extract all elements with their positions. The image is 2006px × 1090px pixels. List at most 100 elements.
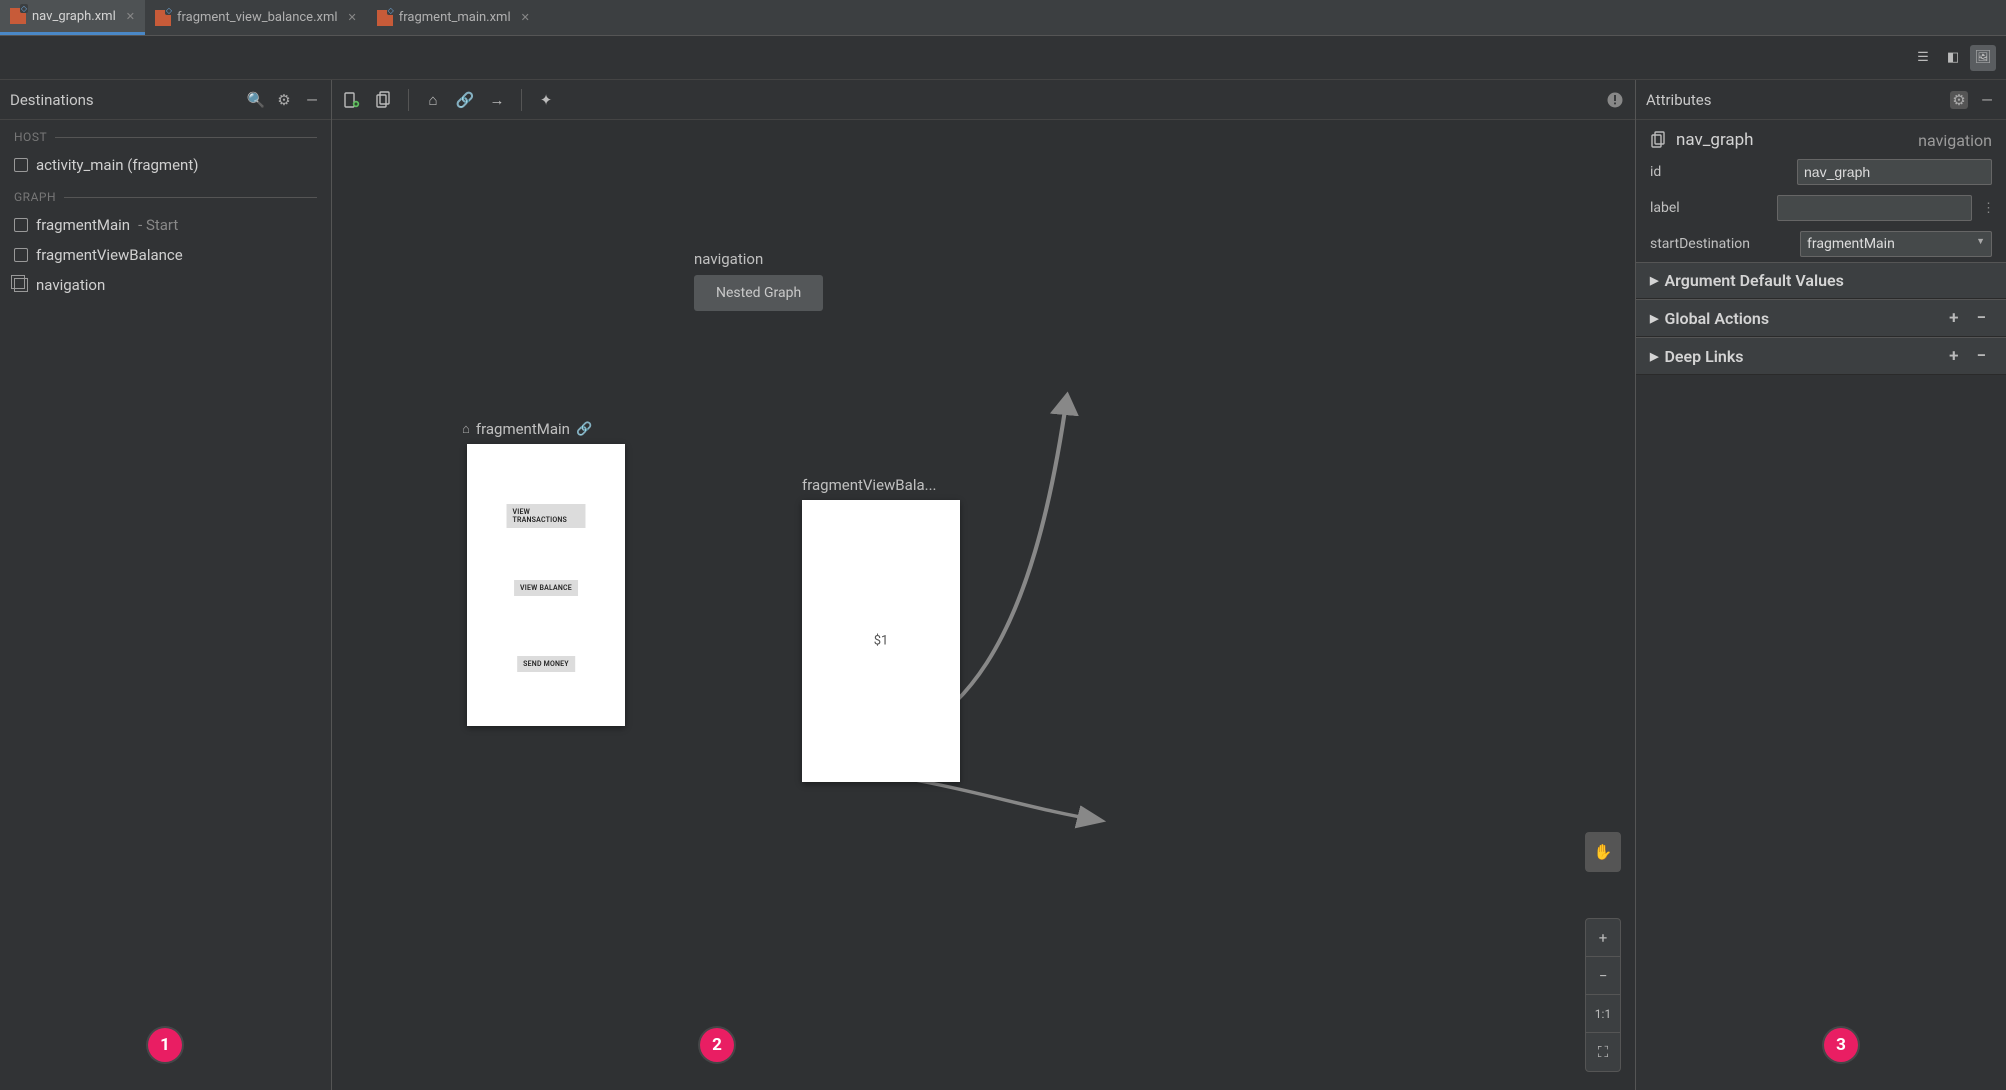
attributes-panel: Attributes ⚙ — nav_graph navigation id l… [1636,80,2006,1090]
zoom-fit-icon[interactable]: ⛶ [1586,1033,1620,1071]
attributes-tools: ⚙ — [1950,91,1996,109]
fragment-rect-icon [14,218,28,232]
preview-btn-balance: VIEW BALANCE [514,580,578,596]
destinations-header: Destinations 🔍 ⚙ — [0,80,331,120]
nested-graph-node[interactable]: Nested Graph [694,275,823,311]
nested-graph-icon[interactable] [372,88,396,112]
attributes-title: Attributes [1646,91,1712,109]
gear-icon[interactable]: ⚙ [275,91,293,109]
attr-target-row: nav_graph navigation [1636,120,2006,154]
attr-input-label[interactable] [1777,195,1972,221]
close-icon[interactable]: ✕ [521,11,530,24]
attr-row-label: label ⋮ [1636,190,2006,226]
attr-label-id: id [1650,164,1787,180]
attr-target-name: nav_graph [1676,130,1754,150]
zoom-out-icon[interactable]: − [1586,957,1620,995]
destinations-panel: Destinations 🔍 ⚙ — HOST activity_main (f… [0,80,332,1090]
nested-graph-icon [14,278,28,292]
toolbar-separator [521,89,522,111]
editor-tabs-bar: nav_graph.xml ✕ fragment_view_balance.xm… [0,0,2006,36]
fragmentmain-preview[interactable]: VIEW TRANSACTIONS VIEW BALANCE SEND MONE… [467,444,625,726]
link-icon: 🔗 [576,422,592,437]
minimize-icon[interactable]: — [303,91,321,109]
pan-hand-icon[interactable]: ✋ [1586,833,1620,871]
graph-item-fragmentmain[interactable]: fragmentMain - Start [0,210,331,240]
remove-icon[interactable]: − [1971,308,1993,328]
toolbar-separator [408,89,409,111]
section-global[interactable]: ▶ Global Actions + − [1636,299,2006,337]
graph-item-navigation[interactable]: navigation [0,270,331,300]
zoom-in-icon[interactable]: + [1586,919,1620,957]
fragmentviewbalance-title: fragmentViewBala... [802,476,937,494]
new-destination-icon[interactable] [340,88,364,112]
tab-label: nav_graph.xml [32,9,116,24]
attr-label-label: label [1650,200,1767,216]
pan-control: ✋ [1585,832,1621,872]
attr-input-id[interactable] [1797,159,1992,185]
section-label: Argument Default Values [1664,271,1843,290]
graph-item-suffix: - Start [138,216,178,234]
xml-file-icon [377,10,393,26]
tab-frag-main[interactable]: fragment_main.xml ✕ [367,0,540,35]
graph-item-name: fragmentMain [36,216,130,234]
tab-frag-view-balance[interactable]: fragment_view_balance.xml ✕ [145,0,367,35]
add-icon[interactable]: + [1943,308,1964,328]
close-icon[interactable]: ✕ [126,10,135,23]
graph-item-name: navigation [36,276,105,294]
annotation-bubble-2: 2 [700,1028,734,1062]
tab-label: fragment_view_balance.xml [177,10,338,25]
destinations-title: Destinations [10,91,94,109]
graph-section-label: GRAPH [0,180,331,210]
annotation-bubble-1: 1 [148,1028,182,1062]
fragment-rect-icon [14,158,28,172]
nested-graph-icon [1650,131,1668,149]
view-list-icon[interactable]: ☰ [1910,45,1936,71]
nav-canvas[interactable]: navigation Nested Graph ⌂ fragmentMain 🔗… [332,120,1635,1090]
view-design-icon[interactable]: 🖼 [1970,45,1996,71]
arrow-right-icon[interactable]: → [485,88,509,112]
view-mode-strip: ☰ ◧ 🖼 [0,36,2006,80]
section-label: Global Actions [1664,309,1769,328]
attr-row-id: id [1636,154,2006,190]
graph-item-fragmentviewbalance[interactable]: fragmentViewBalance [0,240,331,270]
attr-label-startdest: startDestination [1650,236,1790,252]
remove-icon[interactable]: − [1971,346,1993,366]
host-item[interactable]: activity_main (fragment) [0,150,331,180]
minimize-icon[interactable]: — [1978,91,1996,109]
chevron-right-icon: ▶ [1650,312,1658,325]
fragmentmain-title: ⌂ fragmentMain 🔗 [462,420,592,438]
zoom-reset-icon[interactable]: 1:1 [1586,995,1620,1033]
nested-graph-label: Nested Graph [716,285,801,301]
canvas-toolbar: ⌂ 🔗 → ✦ [332,80,1635,120]
attr-select-startdest[interactable]: fragmentMain [1800,231,1992,257]
auto-arrange-icon[interactable]: ✦ [534,88,558,112]
gear-icon[interactable]: ⚙ [1950,91,1968,109]
home-icon[interactable]: ⌂ [421,88,445,112]
section-argdef[interactable]: ▶ Argument Default Values [1636,262,2006,299]
attr-row-startdest: startDestination fragmentMain [1636,226,2006,262]
frag-title-text: fragmentMain [476,420,570,438]
warning-icon[interactable] [1603,88,1627,112]
add-icon[interactable]: + [1943,346,1964,366]
chevron-right-icon: ▶ [1650,274,1658,287]
close-icon[interactable]: ✕ [348,11,357,24]
attributes-header: Attributes ⚙ — [1636,80,2006,120]
fragmentviewbalance-preview[interactable]: $1 [802,500,960,782]
view-split-icon[interactable]: ◧ [1940,45,1966,71]
nav-canvas-wrap: ⌂ 🔗 → ✦ [332,80,1636,1090]
link-icon[interactable]: 🔗 [453,88,477,112]
tab-nav-graph[interactable]: nav_graph.xml ✕ [0,0,145,35]
section-deep[interactable]: ▶ Deep Links + − [1636,337,2006,375]
preview-btn-transactions: VIEW TRANSACTIONS [507,504,586,528]
frag-title-text: fragmentViewBala... [802,476,937,494]
section-label: Deep Links [1664,347,1743,366]
more-icon[interactable]: ⋮ [1982,201,1992,216]
tab-label: fragment_main.xml [399,10,511,25]
zoom-controls: + − 1:1 ⛶ [1585,918,1621,1072]
search-icon[interactable]: 🔍 [247,91,265,109]
attr-select-value: fragmentMain [1807,236,1895,252]
host-section-label: HOST [0,120,331,150]
graph-item-name: fragmentViewBalance [36,246,183,264]
preview-btn-sendmoney: SEND MONEY [517,656,575,672]
ide-root: nav_graph.xml ✕ fragment_view_balance.xm… [0,0,2006,1090]
